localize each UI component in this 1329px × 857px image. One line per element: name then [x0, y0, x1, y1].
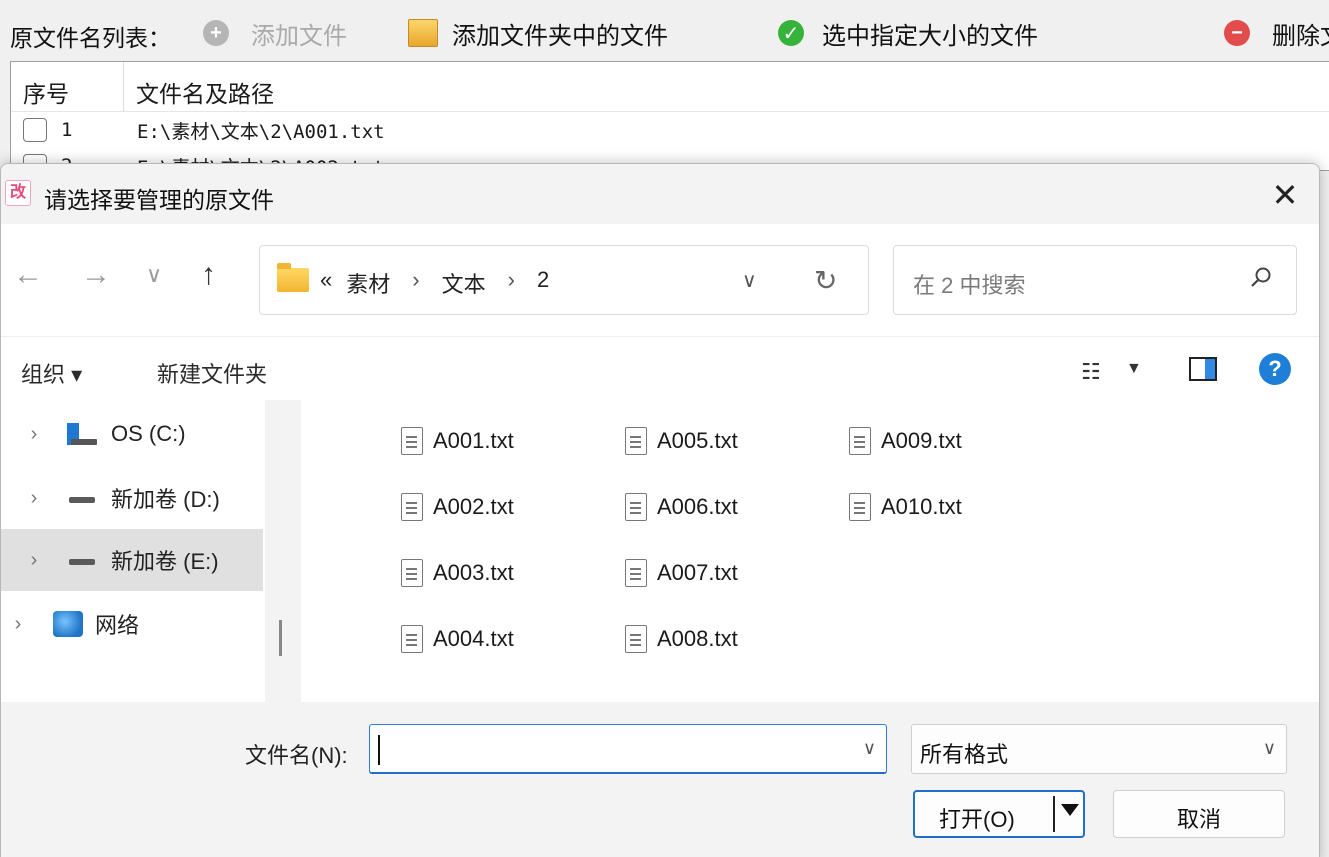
dialog-body: › OS (C:) › 新加卷 (D:) › 新加卷 (E:) › 网络 A00…	[1, 400, 1319, 702]
chevron-right-icon: ›	[507, 267, 515, 292]
delete-file-button[interactable]: − 删除文	[1224, 17, 1329, 50]
file-list-label: 原文件名列表：	[10, 25, 171, 51]
chevron-right-icon: ›	[412, 267, 420, 292]
column-header-index: 序号	[11, 62, 124, 111]
row-checkbox[interactable]	[23, 118, 47, 142]
command-bar: 组织 ▾ 新建文件夹 ☷ ▼ ?	[1, 336, 1319, 400]
file-item[interactable]: A004.txt	[401, 625, 514, 653]
refresh-icon[interactable]: ↻	[814, 264, 837, 297]
breadcrumb-item[interactable]: 素材	[346, 267, 390, 299]
select-by-size-button[interactable]: ✓ 选中指定大小的文件	[778, 17, 1038, 50]
split-divider	[1053, 796, 1055, 832]
navigation-pane: › OS (C:) › 新加卷 (D:) › 新加卷 (E:) › 网络	[1, 400, 265, 702]
new-folder-button[interactable]: 新建文件夹	[157, 357, 267, 389]
file-item[interactable]: A005.txt	[625, 427, 738, 455]
chevron-right-icon[interactable]: ›	[21, 549, 47, 572]
caret-down-icon[interactable]: ▼	[1126, 360, 1142, 378]
search-placeholder: 在 2 中搜索	[913, 273, 1026, 298]
chevron-down-icon: ∨	[1262, 738, 1276, 758]
check-icon: ✓	[778, 20, 804, 46]
organize-menu[interactable]: 组织 ▾	[21, 357, 82, 389]
file-list: A001.txt A002.txt A003.txt A004.txt A005…	[301, 400, 1319, 702]
file-type-select[interactable]: 所有格式 ∨	[911, 724, 1287, 774]
minus-icon: −	[1224, 20, 1250, 46]
add-folder-files-button[interactable]: 添加文件夹中的文件	[408, 17, 668, 50]
sidebar-item-d-drive[interactable]: › 新加卷 (D:)	[1, 467, 263, 529]
row-number: 1	[61, 119, 73, 141]
chevron-down-icon[interactable]: ∨	[863, 738, 876, 759]
search-icon	[1251, 267, 1271, 287]
text-caret	[378, 735, 380, 765]
filename-input[interactable]: ∨	[369, 724, 887, 774]
breadcrumb-item[interactable]: 文本	[442, 267, 486, 299]
file-item[interactable]: A003.txt	[401, 559, 514, 587]
folder-icon	[277, 263, 309, 292]
add-file-button[interactable]: + 添加文件	[203, 17, 347, 50]
sidebar-item-network[interactable]: › 网络	[1, 593, 263, 655]
text-file-icon	[625, 559, 647, 587]
dialog-title-bar: 改 请选择要管理的原文件 ✕	[1, 164, 1319, 224]
filename-label: 文件名(N):	[245, 743, 348, 768]
text-file-icon	[401, 493, 423, 521]
text-file-icon	[401, 427, 423, 455]
text-file-icon	[849, 493, 871, 521]
app-icon: 改	[5, 180, 31, 206]
text-file-icon	[401, 559, 423, 587]
sidebar-item-e-drive[interactable]: › 新加卷 (E:)	[1, 529, 263, 591]
plus-icon: +	[203, 20, 229, 46]
table-row[interactable]: 1 E:\素材\文本\2\A001.txt	[11, 112, 1329, 148]
file-item[interactable]: A001.txt	[401, 427, 514, 455]
drive-icon	[67, 549, 97, 571]
forward-arrow-icon[interactable]: →	[81, 258, 111, 292]
pane-splitter[interactable]	[265, 400, 301, 702]
file-item[interactable]: A002.txt	[401, 493, 514, 521]
breadcrumb: « 素材 › 文本 › 2	[320, 267, 549, 299]
search-box[interactable]: 在 2 中搜索	[893, 245, 1297, 315]
chevron-right-icon[interactable]: ›	[21, 487, 47, 510]
open-button[interactable]: 打开(O)	[913, 790, 1085, 838]
chevron-right-icon[interactable]: ›	[21, 423, 47, 446]
back-arrow-icon[interactable]: ←	[13, 258, 43, 292]
file-item[interactable]: A006.txt	[625, 493, 738, 521]
help-icon[interactable]: ?	[1259, 353, 1291, 385]
open-file-dialog: 改 请选择要管理的原文件 ✕ ← → ∨ ↑ « 素材 › 文本 › 2 ∨ ↻…	[0, 163, 1320, 857]
text-file-icon	[849, 427, 871, 455]
view-list-icon[interactable]: ☷	[1081, 359, 1101, 385]
up-arrow-icon[interactable]: ↑	[201, 258, 216, 292]
dialog-footer: 文件名(N): ∨ 所有格式 ∨ 打开(O) 取消	[1, 702, 1319, 857]
close-button[interactable]: ✕	[1265, 176, 1305, 216]
chevron-right-icon[interactable]: ›	[5, 613, 31, 636]
navigation-bar: ← → ∨ ↑ « 素材 › 文本 › 2 ∨ ↻ 在 2 中搜索	[1, 224, 1319, 336]
network-icon	[53, 611, 83, 637]
os-drive-icon	[67, 423, 97, 445]
scrollbar-thumb[interactable]	[279, 620, 282, 656]
breadcrumb-overflow[interactable]: «	[320, 267, 332, 299]
file-list-table: 序号 文件名及路径 1 E:\素材\文本\2\A001.txt 2 E:\素材\…	[10, 61, 1329, 179]
file-item[interactable]: A009.txt	[849, 427, 962, 455]
sidebar-item-c-drive[interactable]: › OS (C:)	[1, 403, 263, 465]
cancel-button[interactable]: 取消	[1113, 790, 1285, 838]
file-item[interactable]: A007.txt	[625, 559, 738, 587]
preview-pane-icon[interactable]	[1189, 357, 1217, 381]
text-file-icon	[401, 625, 423, 653]
address-bar[interactable]: « 素材 › 文本 › 2 ∨ ↻	[259, 245, 869, 315]
drive-icon	[67, 487, 97, 509]
table-header: 序号 文件名及路径	[11, 62, 1329, 112]
file-item[interactable]: A010.txt	[849, 493, 962, 521]
file-item[interactable]: A008.txt	[625, 625, 738, 653]
chevron-down-icon[interactable]: ∨	[742, 268, 757, 293]
folder-icon	[408, 19, 438, 47]
row-path: E:\素材\文本\2\A001.txt	[137, 120, 385, 143]
breadcrumb-item[interactable]: 2	[537, 267, 549, 299]
file-type-value: 所有格式	[920, 742, 1009, 767]
main-toolbar: 原文件名列表： + 添加文件 添加文件夹中的文件 ✓ 选中指定大小的文件 − 删…	[0, 0, 1329, 62]
text-file-icon	[625, 625, 647, 653]
dropdown-arrow-icon[interactable]	[1061, 804, 1079, 816]
text-file-icon	[625, 427, 647, 455]
recent-locations-chevron-icon[interactable]: ∨	[146, 262, 162, 288]
text-file-icon	[625, 493, 647, 521]
dialog-title: 请选择要管理的原文件	[44, 187, 274, 213]
column-header-path: 文件名及路径	[136, 81, 274, 107]
